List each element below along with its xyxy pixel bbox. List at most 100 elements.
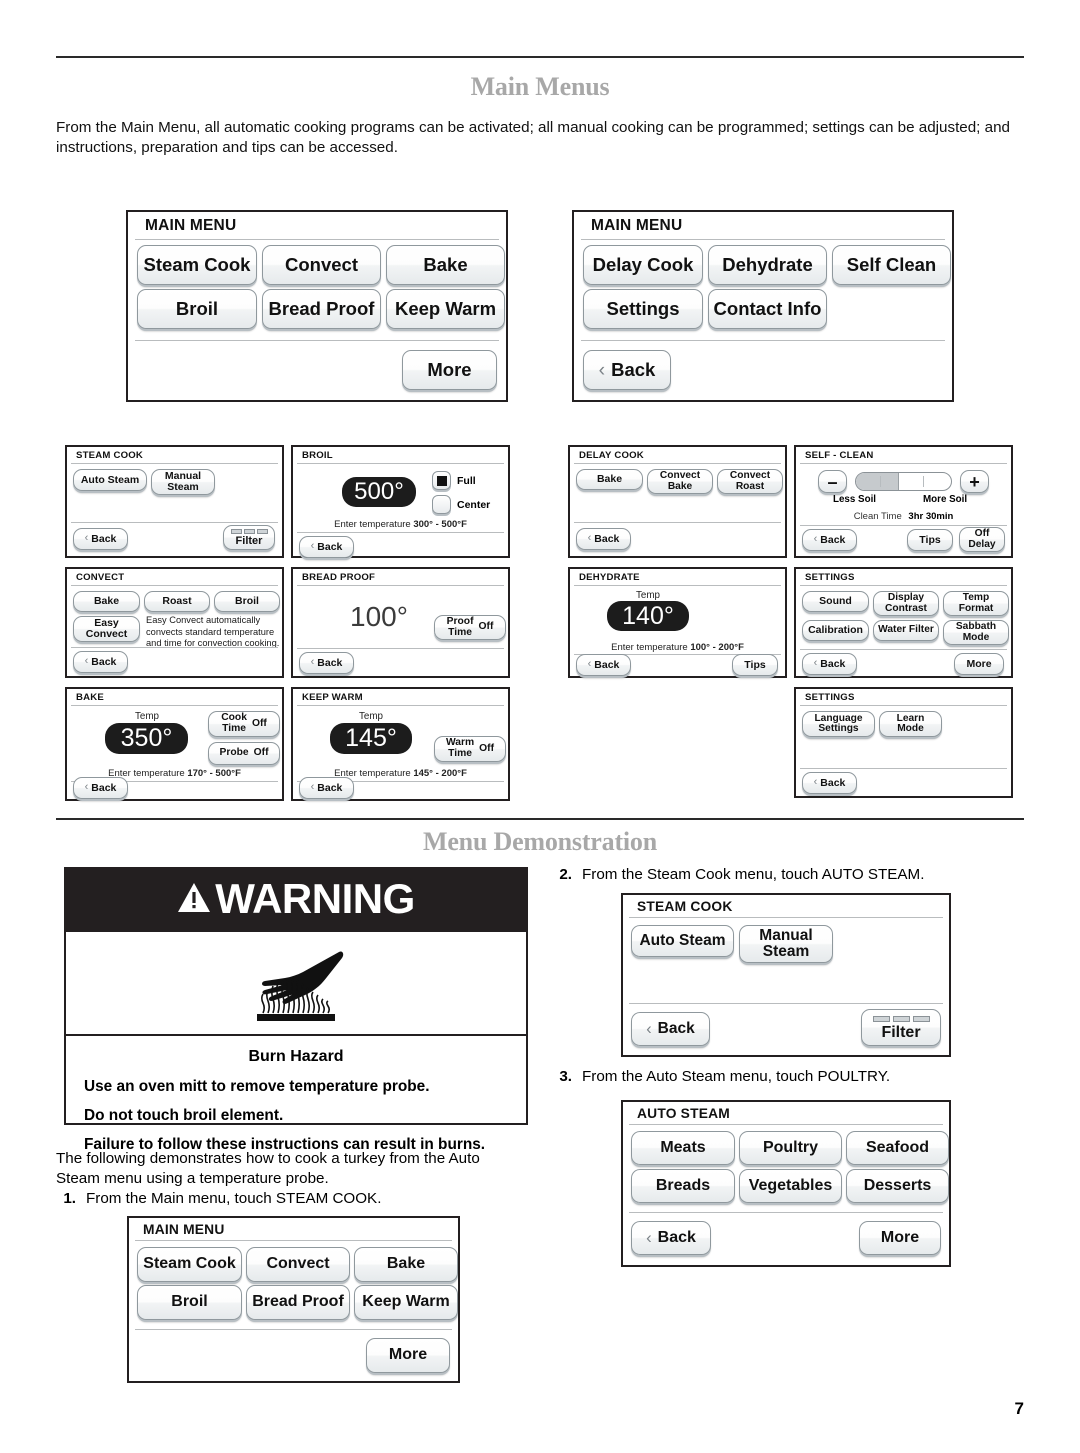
steam-cook-filter-button[interactable]: Filter	[223, 525, 275, 550]
settings-water-filter-button[interactable]: Water Filter	[873, 620, 939, 641]
demo-main-menu-button-bake[interactable]: Bake	[354, 1247, 458, 1282]
bread-proof-temperature-display: 100°	[350, 601, 408, 632]
delay-cook-bake-button[interactable]: Bake	[576, 469, 643, 490]
auto-steam-poultry-button[interactable]: Poultry	[739, 1131, 842, 1165]
demo-main-menu-button-bread-proof[interactable]: Bread Proof	[246, 1285, 350, 1320]
main-menu-button-steam-cook[interactable]: Steam Cook	[137, 245, 257, 285]
settings-temp-format-button[interactable]: Temp Format	[943, 591, 1009, 616]
demo-main-menu-more-button[interactable]: More	[366, 1338, 450, 1373]
settings-sabbath-mode-button[interactable]: Sabbath Mode	[943, 620, 1009, 645]
bake-probe-button[interactable]: Probe Off	[208, 742, 280, 765]
main-menu-button-delay-cook[interactable]: Delay Cook	[583, 245, 703, 285]
main-menu-button-bake[interactable]: Bake	[386, 245, 505, 285]
checkbox-fill	[436, 475, 447, 486]
main-menu-back-button[interactable]: ‹ Back	[583, 350, 671, 390]
panel-title: BAKE	[71, 689, 278, 706]
steam-cook-auto-steam-button[interactable]: Auto Steam	[73, 469, 147, 491]
main-menu-button-self-clean[interactable]: Self Clean	[832, 245, 951, 285]
chevron-left-icon: ‹	[813, 657, 818, 670]
demo-steam-cook-manual-steam-button[interactable]: Manual Steam	[739, 925, 833, 963]
range-prefix: Enter temperature	[611, 642, 691, 653]
settings-back-button[interactable]: ‹ Back	[802, 653, 857, 675]
bread-proof-proof-time-button[interactable]: Proof Time Off	[434, 615, 506, 640]
settings-display-contrast-button[interactable]: Display Contrast	[873, 591, 939, 616]
settings-calibration-button[interactable]: Calibration	[802, 620, 869, 641]
slider-tick	[879, 476, 881, 487]
auto-steam-more-button[interactable]: More	[859, 1221, 941, 1255]
bread-proof-back-button[interactable]: ‹ Back	[299, 652, 354, 674]
auto-steam-breads-button[interactable]: Breads	[631, 1169, 735, 1203]
auto-steam-seafood-button[interactable]: Seafood	[846, 1131, 949, 1165]
broil-full-checkbox[interactable]	[432, 471, 451, 490]
chevron-left-icon: ‹	[587, 532, 592, 545]
auto-steam-meats-button[interactable]: Meats	[631, 1131, 735, 1165]
self-clean-minus-button[interactable]: –	[818, 470, 847, 493]
convect-roast-button[interactable]: Roast	[144, 591, 210, 612]
main-menu-more-button[interactable]: More	[402, 350, 497, 390]
bake-back-button[interactable]: ‹ Back	[73, 777, 128, 799]
self-clean-soil-slider[interactable]	[855, 472, 952, 491]
main-menu-button-contact-info[interactable]: Contact Info	[708, 289, 827, 329]
back-label: Back	[820, 657, 846, 670]
self-clean-off-delay-button[interactable]: Off Delay	[959, 527, 1005, 552]
main-menu-button-dehydrate[interactable]: Dehydrate	[708, 245, 827, 285]
delay-cook-convect-roast-button[interactable]: Convect Roast	[717, 469, 783, 494]
panel-title: KEEP WARM	[297, 689, 504, 706]
demo-steam-cook-auto-steam-button[interactable]: Auto Steam	[631, 925, 734, 957]
main-menu-button-convect[interactable]: Convect	[262, 245, 381, 285]
warning-line-1: Use an oven mitt to remove temperature p…	[84, 1078, 430, 1095]
steam-cook-back-button[interactable]: ‹ Back	[73, 528, 128, 550]
delay-cook-back-button[interactable]: ‹ Back	[576, 528, 631, 550]
bake-cook-time-button[interactable]: Cook Time Off	[208, 711, 280, 737]
convect-easy-convect-button[interactable]: Easy Convect	[73, 616, 140, 642]
main-menu-button-keep-warm[interactable]: Keep Warm	[386, 289, 505, 329]
demo-main-menu-button-convect[interactable]: Convect	[246, 1247, 350, 1282]
panel-footer-divider	[574, 522, 781, 523]
step-text: From the Steam Cook menu, touch AUTO STE…	[582, 866, 925, 883]
main-menu-button-broil[interactable]: Broil	[137, 289, 257, 329]
demo-main-menu-button-steam-cook[interactable]: Steam Cook	[137, 1247, 242, 1282]
self-clean-less-soil-label: Less Soil	[833, 494, 877, 505]
settings-sound-button[interactable]: Sound	[802, 591, 869, 612]
auto-steam-back-button[interactable]: ‹ Back	[631, 1221, 711, 1255]
range-value: 100° - 200°F	[690, 642, 744, 653]
convect-back-button[interactable]: ‹ Back	[73, 651, 128, 673]
dehydrate-back-button[interactable]: ‹ Back	[576, 654, 631, 676]
self-clean-tips-button[interactable]: Tips	[907, 529, 953, 551]
warning-box: WARNING Burn Hazard Use an oven mitt to …	[64, 867, 528, 1153]
panel-main-menu-1: MAIN MENU Steam Cook Convect Bake Broil …	[126, 210, 508, 402]
self-clean-back-button[interactable]: ‹ Back	[802, 529, 857, 551]
demo-steam-cook-back-button[interactable]: ‹ Back	[631, 1012, 710, 1046]
settings2-back-button[interactable]: ‹ Back	[802, 772, 857, 794]
settings-more-button[interactable]: More	[954, 653, 1004, 675]
self-clean-plus-button[interactable]: +	[960, 470, 989, 493]
broil-back-button[interactable]: ‹ Back	[299, 536, 354, 558]
auto-steam-vegetables-button[interactable]: Vegetables	[739, 1169, 842, 1203]
demo-main-menu-button-keep-warm[interactable]: Keep Warm	[354, 1285, 458, 1320]
page-number: 7	[1014, 1399, 1024, 1418]
main-menu-button-bread-proof[interactable]: Bread Proof	[262, 289, 381, 329]
keep-warm-back-button[interactable]: ‹ Back	[299, 777, 354, 799]
chevron-left-icon: ‹	[646, 1228, 652, 1248]
cook-time-label: Cook Time	[221, 712, 247, 734]
keep-warm-warm-time-button[interactable]: Warm Time Off	[434, 736, 506, 762]
demo-steam-cook-filter-button[interactable]: Filter	[861, 1009, 941, 1046]
panel-auto-steam: AUTO STEAM Meats Poultry Seafood Breads …	[621, 1100, 951, 1267]
panel-footer-divider	[581, 340, 945, 341]
steam-cook-manual-steam-button[interactable]: Manual Steam	[151, 469, 215, 495]
range-value: 300° - 500°F	[413, 519, 467, 530]
warning-heading-text: WARNING	[215, 875, 415, 922]
dehydrate-tips-button[interactable]: Tips	[732, 654, 778, 676]
delay-cook-convect-bake-button[interactable]: Convect Bake	[647, 469, 713, 494]
demo-main-menu-button-broil[interactable]: Broil	[137, 1285, 242, 1320]
auto-steam-desserts-button[interactable]: Desserts	[846, 1169, 949, 1203]
warm-time-label: Warm Time	[445, 737, 475, 759]
panel-delay-cook: DELAY COOK Bake Convect Bake Convect Roa…	[568, 445, 787, 558]
main-menu-button-settings[interactable]: Settings	[583, 289, 703, 329]
settings-language-settings-button[interactable]: Language Settings	[802, 711, 875, 737]
broil-center-checkbox[interactable]	[432, 495, 451, 514]
settings-learn-mode-button[interactable]: Learn Mode	[879, 711, 942, 737]
convect-bake-button[interactable]: Bake	[73, 591, 140, 612]
convect-broil-button[interactable]: Broil	[214, 591, 280, 612]
probe-label: Probe	[219, 747, 249, 759]
